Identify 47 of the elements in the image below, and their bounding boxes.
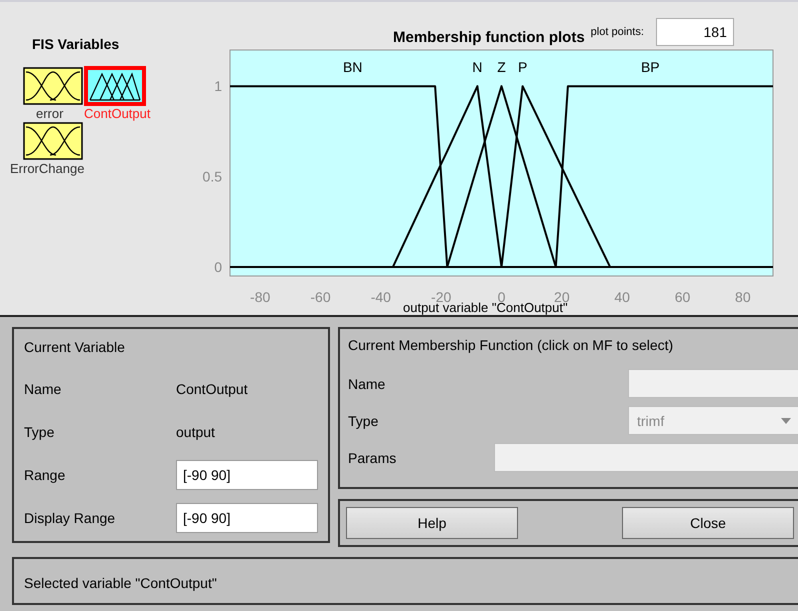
y-tick-label: 0.5 (202, 168, 222, 185)
field-label: Range (24, 466, 66, 482)
dialog-button[interactable]: Close (622, 507, 794, 539)
field-label: Params (348, 450, 398, 466)
dialog-button[interactable]: Help (346, 507, 518, 539)
plot-title: Membership function plots (393, 29, 585, 46)
membership-curve[interactable] (554, 85, 773, 268)
panel-title: Current Membership Function (click on MF to select) (348, 337, 674, 353)
plot-points-label: plot points: (590, 26, 644, 38)
membership-icon[interactable] (22, 66, 84, 106)
x-tick-label: 40 (614, 289, 630, 305)
curve-label: Z (497, 59, 506, 75)
variable-label: error (36, 106, 64, 121)
y-tick-label: 0 (214, 258, 222, 275)
x-tick-label: -60 (310, 289, 331, 305)
field-value: ContOutput (176, 380, 248, 396)
field-label: Display Range (24, 510, 116, 526)
x-tick-label: -40 (370, 289, 391, 305)
field-label: Name (348, 376, 386, 392)
x-tick-label: 60 (674, 289, 690, 305)
membership-curve[interactable] (392, 85, 502, 268)
variable-label: ErrorChange (10, 161, 84, 176)
field-label: Type (348, 412, 380, 428)
x-tick-label: 80 (735, 289, 751, 305)
membership-icon[interactable] (84, 66, 146, 106)
curve-label: BN (342, 59, 362, 75)
panel-title: FIS Variables (32, 36, 120, 52)
variable-label: ContOutput (84, 106, 150, 121)
input-field[interactable]: [-90 90] (176, 502, 318, 532)
membership-curve[interactable] (500, 85, 611, 268)
x-tick-label: -20 (431, 289, 452, 305)
field-value: output (176, 424, 215, 440)
input-field[interactable]: [-90 90] (176, 460, 318, 490)
membership-icon[interactable] (22, 121, 84, 161)
field-label: Type (24, 424, 56, 440)
status-text: Selected variable "ContOutput" (24, 575, 217, 591)
membership-curve[interactable] (446, 85, 557, 268)
caret-icon (781, 418, 791, 424)
y-tick-label: 1 (214, 78, 222, 94)
membership-curve[interactable] (230, 85, 448, 268)
field-label: Name (24, 380, 62, 396)
curve-label: BP (640, 59, 660, 75)
panel-title: Current Variable (24, 339, 126, 355)
x-tick-label: -80 (250, 289, 270, 305)
curve-label: N (472, 59, 482, 75)
plot-points-field[interactable]: 181 (656, 18, 734, 46)
curve-label: P (518, 59, 528, 75)
